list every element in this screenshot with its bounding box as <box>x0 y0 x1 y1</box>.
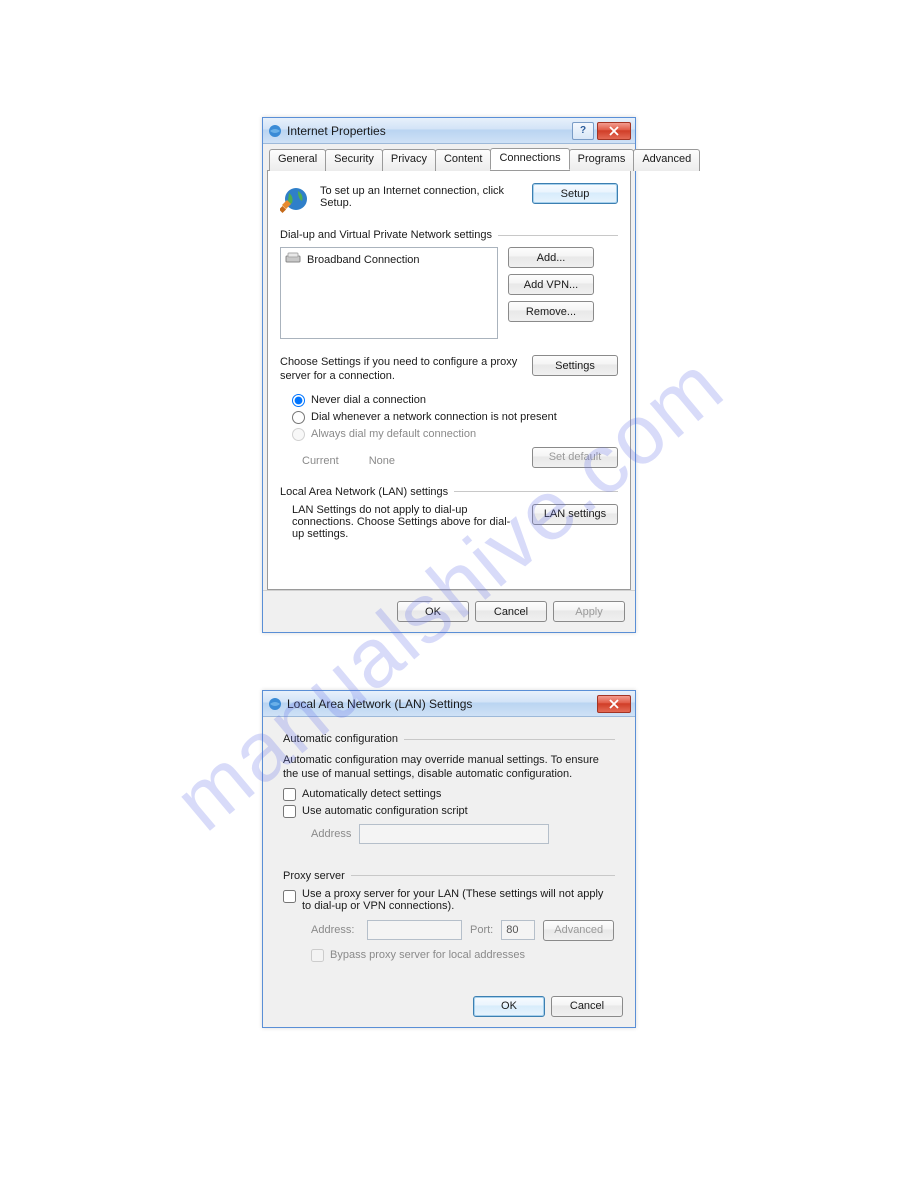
radio-always-input[interactable] <box>292 428 305 441</box>
ok-button[interactable]: OK <box>397 601 469 622</box>
list-item[interactable]: Broadband Connection <box>285 252 493 267</box>
dialog-footer: OK Cancel Apply <box>263 590 635 632</box>
cancel-button[interactable]: Cancel <box>475 601 547 622</box>
titlebar[interactable]: Internet Properties ? <box>263 118 635 144</box>
radio-always-dial[interactable]: Always dial my default connection <box>292 428 618 441</box>
internet-options-icon <box>267 696 283 712</box>
proxy-group: Proxy server Use a proxy server for your… <box>273 864 625 978</box>
auto-config-group: Automatic configuration Automatic config… <box>273 727 625 856</box>
tab-security[interactable]: Security <box>325 149 383 171</box>
auto-detect-checkbox[interactable] <box>283 788 296 801</box>
lan-settings-dialog: Local Area Network (LAN) Settings Automa… <box>262 690 636 1028</box>
advanced-button[interactable]: Advanced <box>543 920 614 941</box>
help-button[interactable]: ? <box>572 122 594 140</box>
use-proxy-label: Use a proxy server for your LAN (These s… <box>302 888 615 912</box>
radio-always-label: Always dial my default connection <box>311 428 476 440</box>
close-button-lan[interactable] <box>597 695 631 713</box>
proxy-address-label: Address: <box>311 924 359 936</box>
lan-group-label: Local Area Network (LAN) settings <box>280 486 618 498</box>
apply-button[interactable]: Apply <box>553 601 625 622</box>
address-label: Address <box>311 828 351 840</box>
auto-config-text: Automatic configuration may override man… <box>283 753 615 782</box>
tab-connections[interactable]: Connections <box>490 148 569 170</box>
auto-detect-label: Automatically detect settings <box>302 788 441 800</box>
globe-icon <box>280 183 312 215</box>
bypass-checkbox[interactable] <box>311 949 324 962</box>
proxy-address-input[interactable] <box>367 920 462 940</box>
internet-options-icon <box>267 123 283 139</box>
tab-strip: General Security Privacy Content Connect… <box>269 149 631 171</box>
proxy-port-input[interactable] <box>501 920 535 940</box>
settings-button[interactable]: Settings <box>532 355 618 376</box>
list-item-label: Broadband Connection <box>307 254 420 266</box>
current-label: Current <box>302 455 339 467</box>
add-button[interactable]: Add... <box>508 247 594 268</box>
lan-ok-button[interactable]: OK <box>473 996 545 1017</box>
tab-privacy[interactable]: Privacy <box>382 149 436 171</box>
radio-whenever-input[interactable] <box>292 411 305 424</box>
radio-never-input[interactable] <box>292 394 305 407</box>
setup-button[interactable]: Setup <box>532 183 618 204</box>
radio-whenever-label: Dial whenever a network connection is no… <box>311 411 557 423</box>
auto-script-checkbox[interactable] <box>283 805 296 818</box>
add-vpn-button[interactable]: Add VPN... <box>508 274 594 295</box>
lan-settings-button[interactable]: LAN settings <box>532 504 618 525</box>
setup-text: To set up an Internet connection, click … <box>320 183 524 209</box>
window-title-lan: Local Area Network (LAN) Settings <box>287 697 597 711</box>
window-title: Internet Properties <box>287 124 572 138</box>
proxy-port-label: Port: <box>470 924 493 936</box>
dialup-group-label: Dial-up and Virtual Private Network sett… <box>280 229 618 241</box>
use-proxy-checkbox[interactable] <box>283 890 296 903</box>
set-default-button[interactable]: Set default <box>532 447 618 468</box>
internet-properties-dialog: Internet Properties ? General Security P… <box>262 117 636 633</box>
radio-never-label: Never dial a connection <box>311 394 426 406</box>
proxy-legend: Proxy server <box>283 870 345 882</box>
bypass-label: Bypass proxy server for local addresses <box>330 949 525 961</box>
auto-script-label: Use automatic configuration script <box>302 805 468 817</box>
lan-cancel-button[interactable]: Cancel <box>551 996 623 1017</box>
close-button[interactable] <box>597 122 631 140</box>
tab-general[interactable]: General <box>269 149 326 171</box>
radio-dial-whenever[interactable]: Dial whenever a network connection is no… <box>292 411 618 424</box>
connections-panel: To set up an Internet connection, click … <box>267 170 631 590</box>
tab-programs[interactable]: Programs <box>569 149 635 171</box>
lan-dialog-footer: OK Cancel <box>265 986 633 1027</box>
auto-config-legend: Automatic configuration <box>283 733 398 745</box>
remove-button[interactable]: Remove... <box>508 301 594 322</box>
connections-listbox[interactable]: Broadband Connection <box>280 247 498 339</box>
radio-never-dial[interactable]: Never dial a connection <box>292 394 618 407</box>
titlebar-lan[interactable]: Local Area Network (LAN) Settings <box>263 691 635 717</box>
current-value: None <box>369 455 395 467</box>
lan-text: LAN Settings do not apply to dial-up con… <box>280 504 522 540</box>
tab-advanced[interactable]: Advanced <box>633 149 700 171</box>
choose-settings-text: Choose Settings if you need to configure… <box>280 355 522 384</box>
script-address-input[interactable] <box>359 824 549 844</box>
tab-content[interactable]: Content <box>435 149 492 171</box>
modem-icon <box>285 252 301 267</box>
